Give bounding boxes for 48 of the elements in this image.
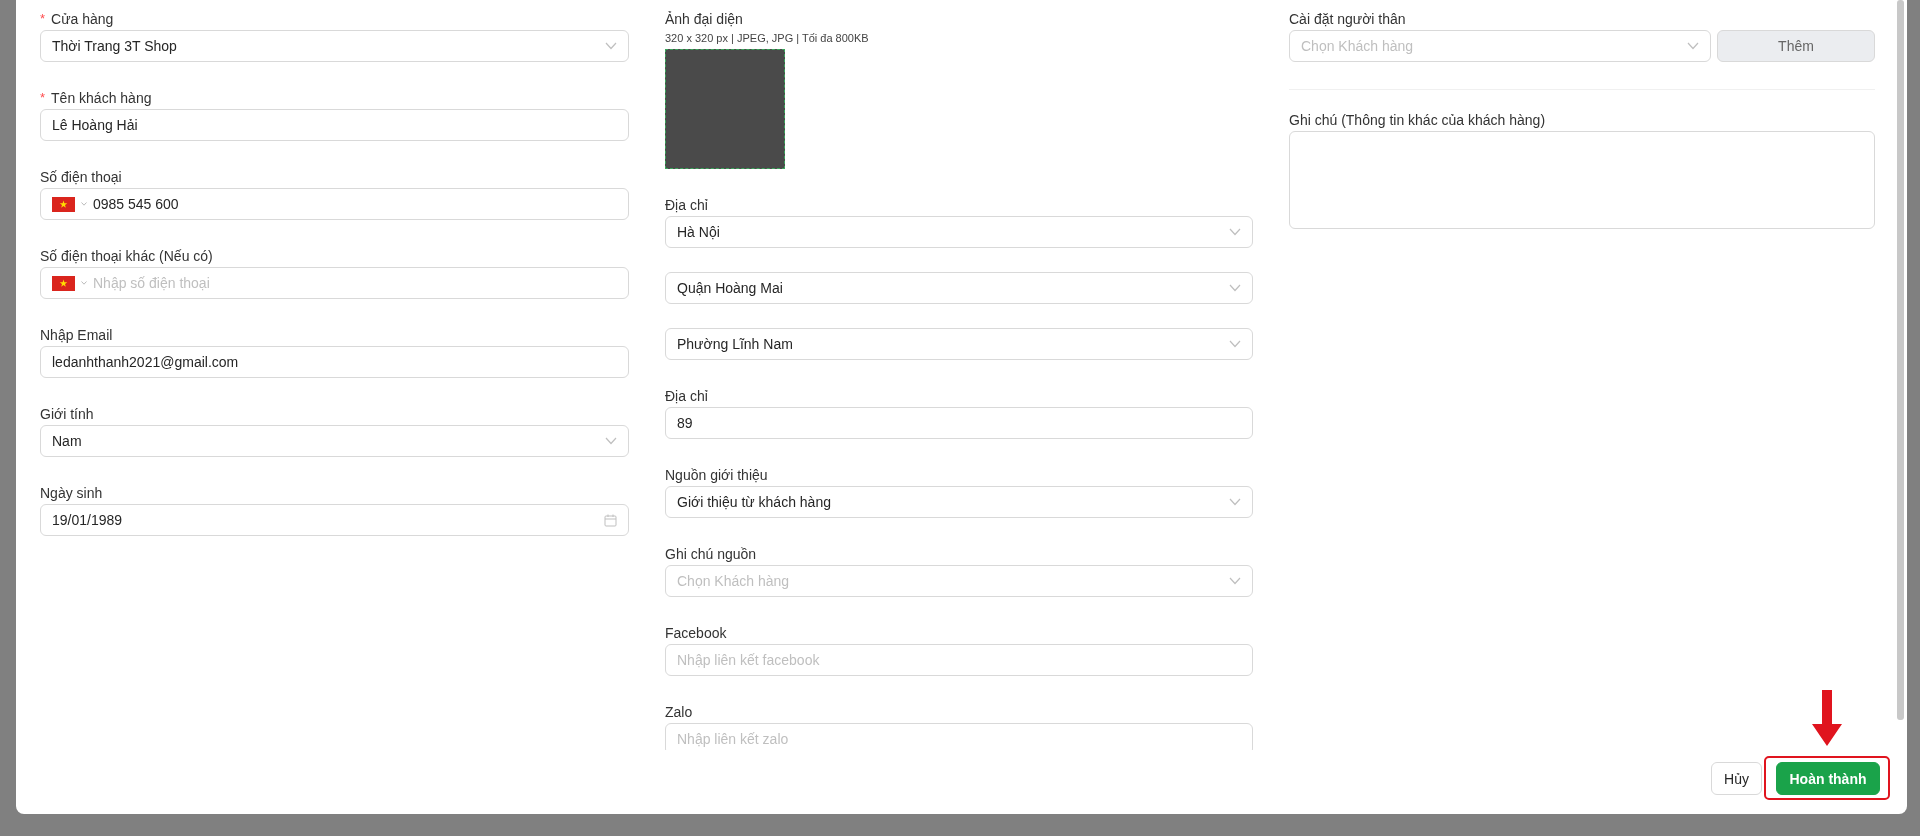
field-label: Số điện thoại	[40, 167, 122, 187]
field-label: Nhập Email	[40, 325, 113, 345]
select-field[interactable]: Quận Hoàng Mai	[665, 272, 1253, 304]
field-label: Facebook	[665, 623, 727, 643]
cancel-button[interactable]: Hủy	[1711, 762, 1762, 795]
field-label: Cài đặt người thân	[1289, 9, 1406, 29]
caret-icon	[81, 202, 87, 206]
field-label: Nguồn giới thiệu	[665, 465, 768, 485]
arrow-annotation-icon	[1812, 690, 1842, 746]
select-field[interactable]: Thời Trang 3T Shop	[40, 30, 629, 62]
caret-icon	[81, 281, 87, 285]
field-label: Địa chỉ	[665, 386, 708, 406]
chevron-down-icon	[1229, 577, 1241, 585]
select-field[interactable]: Hà Nội	[665, 216, 1253, 248]
field-label: Tên khách hàng	[51, 88, 152, 108]
select-field[interactable]: Phường Lĩnh Nam	[665, 328, 1253, 360]
flag-icon	[52, 196, 75, 212]
date-field[interactable]: 19/01/1989	[40, 504, 629, 536]
phone-field[interactable]: 0985 545 600	[40, 188, 629, 220]
required-asterisk: *	[40, 9, 46, 28]
photo-placeholder[interactable]	[665, 49, 785, 169]
calendar-icon	[604, 513, 617, 527]
field-label: Giới tính	[40, 404, 94, 424]
field-label: Ngày sinh	[40, 483, 103, 503]
field-label: Ghi chú (Thông tin khác của khách hàng)	[1289, 110, 1546, 130]
textarea-field[interactable]	[1289, 131, 1875, 229]
chevron-down-icon	[1229, 228, 1241, 236]
input-field[interactable]: ledanhthanh2021@gmail.com	[40, 346, 629, 378]
scrollbar-thumb[interactable]	[1897, 0, 1904, 720]
chevron-down-icon	[1687, 42, 1699, 50]
required-asterisk: *	[40, 88, 46, 107]
chevron-down-icon	[605, 42, 617, 50]
chevron-down-icon	[1229, 284, 1241, 292]
field-label: Địa chỉ	[665, 195, 708, 215]
field-label: Cửa hàng	[51, 9, 114, 29]
field-label: Ảnh đại diện	[665, 9, 743, 29]
input-field[interactable]: 89	[665, 407, 1253, 439]
flag-icon	[52, 275, 75, 291]
select-field[interactable]: Nam	[40, 425, 629, 457]
input-field[interactable]: Lê Hoàng Hải	[40, 109, 629, 141]
upload-hint: 320 x 320 px | JPEG, JPG | Tối đa 800KB	[665, 31, 870, 46]
chevron-down-icon	[1229, 498, 1241, 506]
chevron-down-icon	[605, 437, 617, 445]
field-label: Zalo	[665, 702, 693, 722]
chevron-down-icon	[1229, 340, 1241, 348]
select-field[interactable]: Giới thiệu từ khách hàng	[665, 486, 1253, 518]
field-label: Ghi chú nguồn	[665, 544, 757, 564]
field-label: Số điện thoại khác (Nếu có)	[40, 246, 213, 266]
